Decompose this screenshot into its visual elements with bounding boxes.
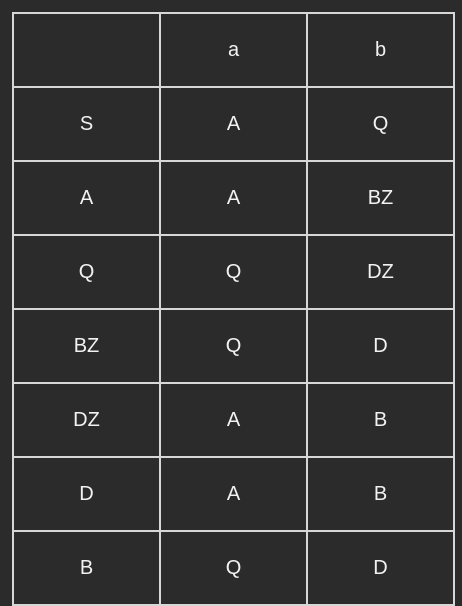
state-cell: D [12, 456, 161, 532]
state-cell: B [12, 530, 161, 606]
transition-cell-b: Q [306, 86, 455, 162]
state-cell: BZ [12, 308, 161, 384]
transition-cell-a: Q [159, 530, 308, 606]
transition-cell-a: A [159, 382, 308, 458]
transition-cell-a: Q [159, 308, 308, 384]
transition-cell-b: B [306, 456, 455, 532]
table-row: D A B [12, 456, 455, 532]
header-cell-a: a [159, 12, 308, 88]
state-cell: Q [12, 234, 161, 310]
table-row: BZ Q D [12, 308, 455, 384]
table-row: S A Q [12, 86, 455, 162]
table-row: Q Q DZ [12, 234, 455, 310]
transition-table-container: a b S A Q A A BZ Q Q DZ BZ Q D DZ A B D … [12, 12, 455, 606]
transition-cell-a: A [159, 86, 308, 162]
state-cell: S [12, 86, 161, 162]
transition-cell-b: BZ [306, 160, 455, 236]
transition-table: a b S A Q A A BZ Q Q DZ BZ Q D DZ A B D … [12, 12, 455, 606]
table-row: A A BZ [12, 160, 455, 236]
transition-cell-a: Q [159, 234, 308, 310]
table-row: B Q D [12, 530, 455, 606]
table-row: DZ A B [12, 382, 455, 458]
header-cell-b: b [306, 12, 455, 88]
transition-cell-b: D [306, 530, 455, 606]
transition-cell-a: A [159, 456, 308, 532]
transition-cell-b: D [306, 308, 455, 384]
transition-cell-b: DZ [306, 234, 455, 310]
state-cell: DZ [12, 382, 161, 458]
table-header-row: a b [12, 12, 455, 88]
header-cell-empty [12, 12, 161, 88]
transition-cell-b: B [306, 382, 455, 458]
transition-cell-a: A [159, 160, 308, 236]
state-cell: A [12, 160, 161, 236]
